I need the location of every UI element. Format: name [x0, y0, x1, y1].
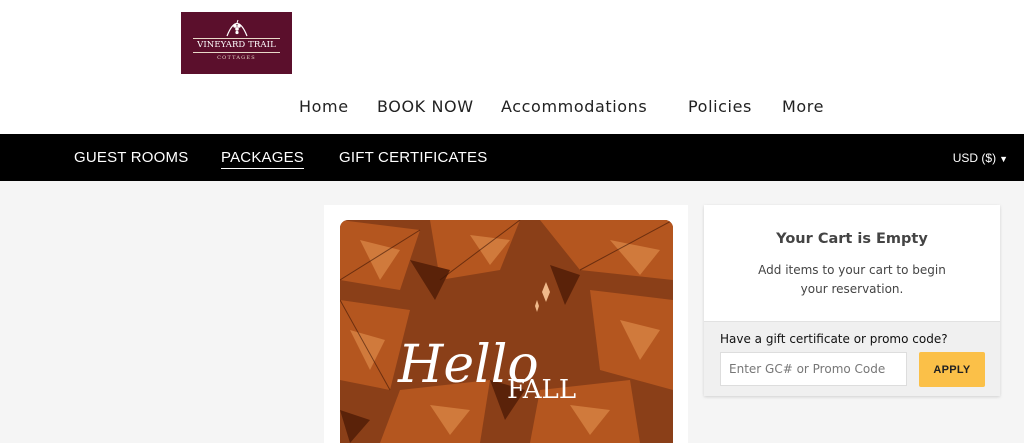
booking-subnav: GUEST ROOMS PACKAGES GIFT CERTIFICATES U… — [0, 134, 1024, 181]
promo-section: Have a gift certificate or promo code? A… — [704, 321, 1000, 396]
currency-selector[interactable]: USD ($) ▼ — [953, 151, 1008, 165]
tab-packages[interactable]: PACKAGES — [221, 149, 305, 169]
logo-divider — [193, 38, 280, 39]
nav-home[interactable]: Home — [299, 97, 349, 116]
logo-divider — [193, 52, 280, 53]
brand-logo[interactable]: VINEYARD TRAIL COTTAGES — [181, 12, 292, 74]
nav-policies[interactable]: Policies — [688, 97, 752, 116]
nav-more[interactable]: More — [782, 97, 824, 116]
cart-title: Your Cart is Empty — [776, 231, 928, 247]
promo-label: Have a gift certificate or promo code? — [720, 332, 948, 346]
nav-book-now[interactable]: BOOK NOW — [377, 97, 474, 116]
main-nav: Home BOOK NOW Accommodations Policies Mo… — [0, 97, 1024, 117]
currency-label: USD ($) — [952, 151, 997, 165]
nav-accommodations[interactable]: Accommodations — [501, 97, 647, 116]
logo-name: VINEYARD TRAIL — [197, 40, 276, 50]
package-image[interactable]: Hello FALL — [340, 220, 673, 443]
chevron-down-icon: ▼ — [999, 154, 1008, 164]
cart-empty-message: Add items to your cart to begin your res… — [758, 263, 946, 296]
tab-guest-rooms[interactable]: GUEST ROOMS — [74, 149, 188, 166]
tab-gift-certificates[interactable]: GIFT CERTIFICATES — [339, 149, 487, 166]
image-fall-text: FALL — [507, 375, 576, 405]
logo-subtitle: COTTAGES — [217, 55, 256, 61]
grapes-logo-icon — [226, 19, 248, 37]
apply-button[interactable]: APPLY — [919, 352, 985, 387]
cart-panel: Your Cart is Empty Add items to your car… — [704, 205, 1000, 396]
promo-code-input[interactable] — [720, 352, 907, 386]
top-header: VINEYARD TRAIL COTTAGES Home BOOK NOW Ac… — [0, 0, 1024, 134]
